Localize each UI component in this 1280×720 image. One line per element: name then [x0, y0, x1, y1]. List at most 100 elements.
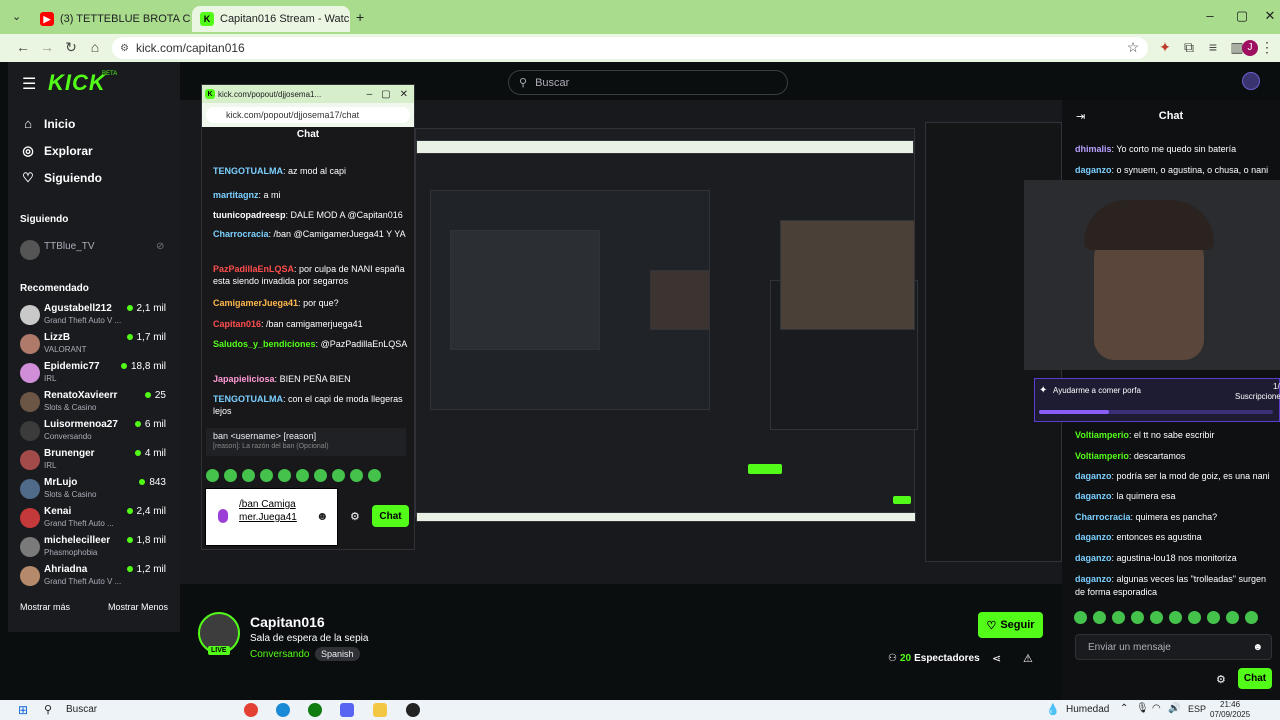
new-tab-button[interactable]: + [356, 9, 364, 25]
emote-icon[interactable] [1226, 611, 1239, 624]
minimize-icon[interactable]: – [1200, 8, 1220, 23]
home-icon[interactable]: ⌂ [84, 39, 106, 55]
emote-icon[interactable] [332, 469, 345, 482]
wifi-icon[interactable]: ◠ [1152, 703, 1161, 714]
popout-url-field[interactable]: kick.com/popout/djjosema17/chat [206, 107, 410, 123]
recommended-channel[interactable]: MrLujo Slots & Casino 843 [20, 477, 170, 505]
url-field[interactable]: ⚙ kick.com/capitan016 [112, 37, 1148, 59]
emoji-icon[interactable]: ☻ [1252, 642, 1263, 653]
maximize-icon[interactable]: ▢ [1232, 8, 1252, 24]
chat-username[interactable]: TENGOTUALMA [213, 394, 283, 404]
volume-icon[interactable]: 🔊 [1168, 703, 1180, 714]
recommended-channel[interactable]: Ahriadna Grand Theft Auto V ... 1,2 mil [20, 564, 170, 592]
chat-username[interactable]: Capitan016 [213, 319, 261, 329]
close-icon[interactable]: ✕ [400, 89, 408, 100]
recommended-channel[interactable]: Epidemic77 IRL 18,8 mil [20, 361, 170, 389]
search-input[interactable]: ⚲ Buscar [508, 70, 788, 95]
extension-icon[interactable]: ✦ [1154, 39, 1176, 56]
chat-username[interactable]: daganzo [1075, 574, 1112, 584]
emoji-icon[interactable]: ☻ [316, 509, 329, 523]
emote-icon[interactable] [260, 469, 273, 482]
emote-icon[interactable] [1207, 611, 1220, 624]
maximize-icon[interactable]: ▢ [381, 89, 390, 100]
emote-icon[interactable] [1188, 611, 1201, 624]
chrome-icon[interactable] [244, 703, 258, 717]
emote-icon[interactable] [1093, 611, 1106, 624]
sub-goal-banner[interactable]: ✦ Ayudarme a comer porfa 1/ Suscripcione [1034, 378, 1280, 422]
kick-logo[interactable]: KICK [48, 70, 106, 96]
nav-inicio[interactable]: ⌂ Inicio [20, 116, 75, 131]
chat-username[interactable]: Japapieliciosa [213, 374, 275, 384]
site-info-icon[interactable]: ⚙ [120, 43, 129, 54]
chat-username[interactable]: Voltiamperio [1075, 451, 1129, 461]
chat-username[interactable]: TENGOTUALMA [213, 166, 283, 176]
clock-time[interactable]: 21:46 [1220, 700, 1240, 709]
playlist-icon[interactable]: ≡ [1202, 39, 1224, 55]
emote-icon[interactable] [368, 469, 381, 482]
popout-chat-input[interactable]: /ban Camigamer.Juega41 ☻ [205, 488, 338, 546]
hamburger-menu-icon[interactable]: ☰ [22, 74, 36, 94]
minimize-icon[interactable]: – [367, 89, 373, 100]
reload-icon[interactable]: ↻ [60, 39, 82, 56]
chat-username[interactable]: daganzo [1075, 491, 1112, 501]
weather-label[interactable]: Humedad [1066, 704, 1109, 715]
bookmark-star-icon[interactable]: ☆ [1122, 39, 1144, 56]
chat-username[interactable]: daganzo [1075, 471, 1112, 481]
chat-username[interactable]: Charrocracia [213, 229, 269, 239]
tray-arrow-icon[interactable]: ⌃ [1120, 703, 1128, 714]
chat-username[interactable]: daganzo [1075, 553, 1112, 563]
recommended-channel[interactable]: Kenai Grand Theft Auto ... 2,4 mil [20, 506, 170, 534]
chat-username[interactable]: martitagnz [213, 190, 259, 200]
stream-tag[interactable]: Spanish [315, 647, 360, 661]
emote-icon[interactable] [1074, 611, 1087, 624]
popout-send-button[interactable]: Chat [372, 505, 409, 527]
share-icon[interactable]: ⋖ [992, 652, 1001, 665]
report-icon[interactable]: ⚠ [1023, 652, 1033, 665]
show-more-link[interactable]: Mostrar más [20, 602, 70, 612]
xbox-icon[interactable] [308, 703, 322, 717]
puzzle-icon[interactable]: ⧉ [1178, 39, 1200, 56]
nav-siguiendo[interactable]: ♡ Siguiendo [20, 170, 102, 186]
clock-date[interactable]: 07/09/2025 [1210, 710, 1250, 719]
chat-username[interactable]: tuunicopadreesp [213, 210, 286, 220]
tab-kick[interactable]: K Capitan016 Stream - Watch Liv ✕ [192, 6, 350, 32]
stream-category[interactable]: Conversando [250, 649, 309, 660]
chat-username[interactable]: Charrocracia [1075, 512, 1131, 522]
recommended-channel[interactable]: Luisormenoa27 Conversando 6 mil [20, 419, 170, 447]
recommended-channel[interactable]: michelecilleer Phasmophobia 1,8 mil [20, 535, 170, 563]
chat-username[interactable]: PazPadillaEnLQSA [213, 264, 294, 274]
chat-username[interactable]: CamigamerJuega41 [213, 298, 298, 308]
mic-icon[interactable]: 🎙 [1136, 703, 1149, 714]
recommended-channel[interactable]: Brunenger IRL 4 mil [20, 448, 170, 476]
user-avatar[interactable] [1242, 72, 1260, 90]
forward-icon[interactable]: → [36, 39, 58, 55]
folder-icon[interactable] [373, 703, 387, 717]
back-icon[interactable]: ← [12, 39, 34, 55]
follow-button[interactable]: ♡ Seguir [978, 612, 1043, 638]
emote-icon[interactable] [242, 469, 255, 482]
discord-icon[interactable] [340, 703, 354, 717]
popout-settings-gear-icon[interactable]: ⚙ [350, 510, 360, 523]
chat-send-button[interactable]: Chat [1238, 668, 1272, 689]
chat-username[interactable]: dhimalis [1075, 144, 1112, 154]
emote-icon[interactable] [1131, 611, 1144, 624]
edge-icon[interactable] [276, 703, 290, 717]
chat-input[interactable]: Enviar un mensaje ☻ [1075, 634, 1272, 660]
chat-username[interactable]: daganzo [1075, 165, 1112, 175]
window-close-icon[interactable]: ✕ [1260, 8, 1280, 24]
recommended-channel[interactable]: RenatoXavieerr Slots & Casino 25 [20, 390, 170, 418]
emote-icon[interactable] [224, 469, 237, 482]
show-less-link[interactable]: Mostrar Menos [108, 602, 168, 612]
windows-start-icon[interactable]: ⊞ [18, 703, 28, 717]
language-label[interactable]: ESP [1188, 704, 1206, 714]
obs-icon[interactable] [406, 703, 420, 717]
chat-username[interactable]: daganzo [1075, 532, 1112, 542]
channel-name[interactable]: Capitan016 [250, 614, 325, 630]
following-channel[interactable]: TTBlue_TV ⊘ [20, 238, 170, 266]
chat-username[interactable]: Saludos_y_bendiciones [213, 339, 316, 349]
recommended-channel[interactable]: Agustabell212 Grand Theft Auto V ... 2,1 m… [20, 303, 170, 331]
taskbar-search-label[interactable]: Buscar [66, 704, 97, 715]
chat-settings-gear-icon[interactable]: ⚙ [1216, 673, 1226, 686]
emote-icon[interactable] [1150, 611, 1163, 624]
emote-icon[interactable] [1112, 611, 1125, 624]
